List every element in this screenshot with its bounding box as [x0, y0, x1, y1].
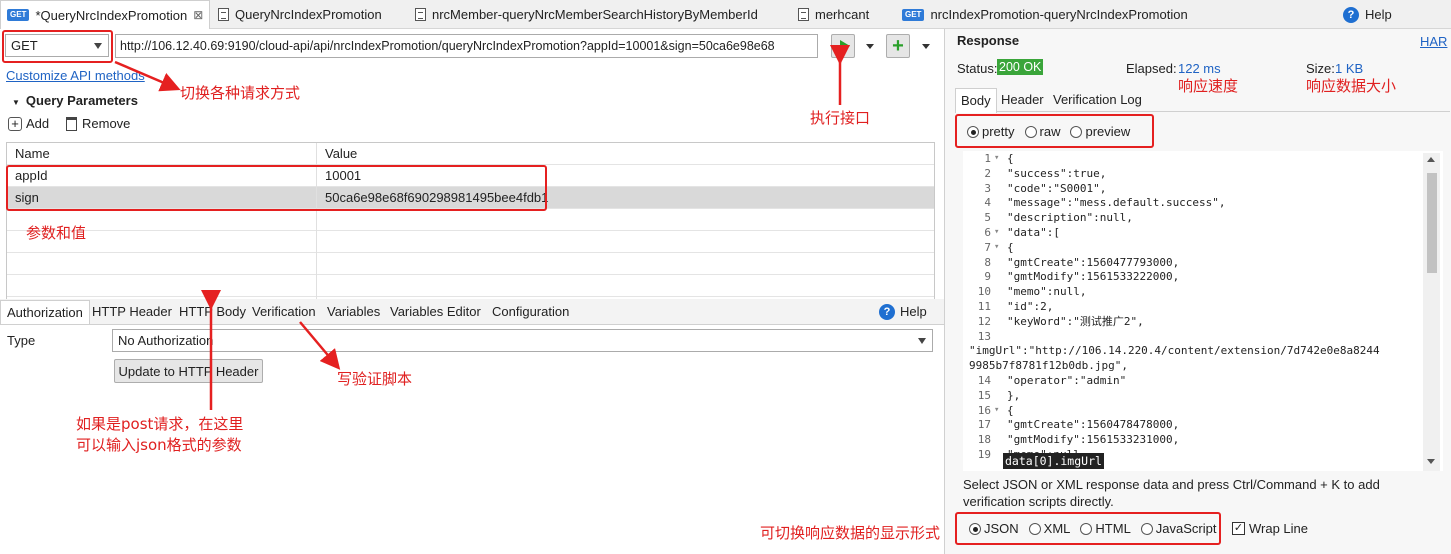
annotation-method: 切换各种请求方式	[180, 84, 301, 102]
annotation-body-line1: 如果是post请求，在这里	[76, 415, 244, 433]
annotation-speed: 响应速度	[1178, 77, 1239, 95]
annotation-params: 参数和值	[26, 224, 87, 242]
arrow-verify	[299, 321, 341, 370]
arrow-method	[114, 60, 181, 92]
annotation-size: 响应数据大小	[1306, 77, 1397, 95]
annotation-execute: 执行接口	[810, 109, 871, 127]
annotation-verify: 写验证脚本	[337, 370, 413, 388]
annotation-body-line2: 可以输入json格式的参数	[76, 436, 242, 454]
annotation-format: 可切换响应数据的显示形式	[760, 524, 941, 542]
